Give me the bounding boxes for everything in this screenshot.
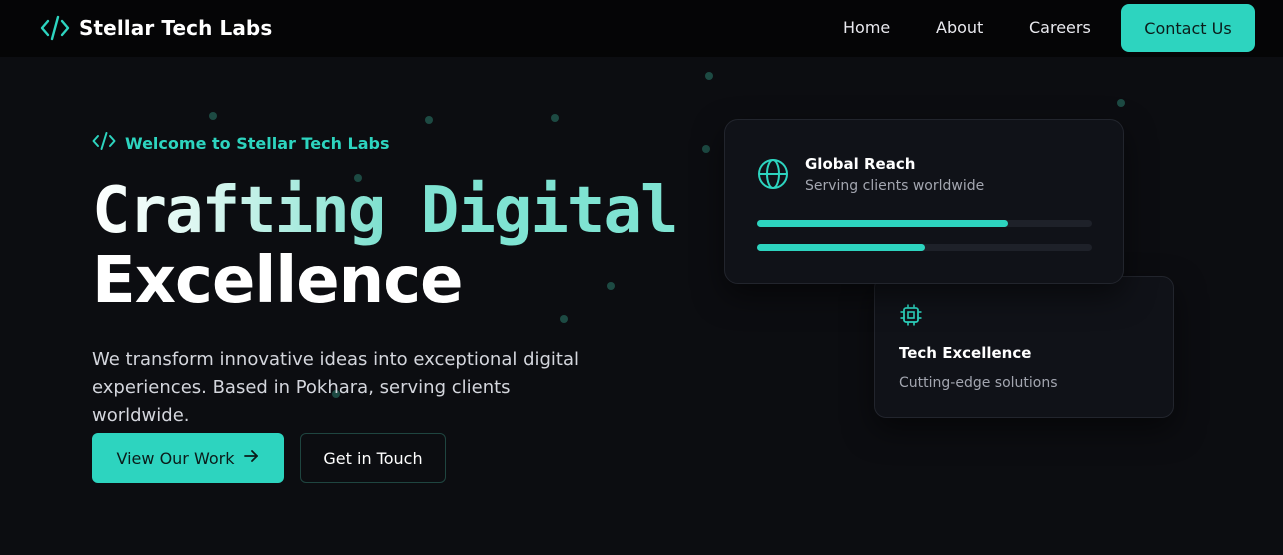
top-nav: Stellar Tech Labs Home About Careers Con…	[0, 0, 1283, 57]
brand-name: Stellar Tech Labs	[79, 16, 273, 40]
chip-icon	[899, 303, 923, 332]
get-in-touch-button[interactable]: Get in Touch	[300, 433, 446, 483]
tech-excellence-subtitle: Cutting-edge solutions	[899, 375, 1058, 391]
hero-headline: Crafting Digital Excellence	[92, 174, 679, 318]
tech-excellence-title: Tech Excellence	[899, 344, 1032, 362]
progress-bar	[757, 220, 1092, 227]
decorative-dot	[425, 116, 433, 124]
decorative-dot	[702, 145, 710, 153]
tech-excellence-card: Tech Excellence Cutting-edge solutions	[874, 276, 1174, 418]
contact-us-button[interactable]: Contact Us	[1121, 4, 1255, 52]
global-reach-card: Global Reach Serving clients worldwide	[724, 119, 1124, 284]
global-reach-subtitle: Serving clients worldwide	[805, 178, 985, 194]
progress-bar	[757, 244, 1092, 251]
decorative-dot	[209, 112, 217, 120]
global-reach-title: Global Reach	[805, 155, 916, 173]
nav-link-home[interactable]: Home	[843, 18, 890, 37]
headline-word-excellence: Excellence	[92, 244, 464, 318]
view-our-work-label: View Our Work	[116, 448, 235, 468]
decorative-dot	[560, 315, 568, 323]
nav-link-careers[interactable]: Careers	[1029, 18, 1091, 37]
progress-bar-fill	[757, 220, 1009, 227]
eyebrow-text: Welcome to Stellar Tech Labs	[125, 134, 390, 153]
view-our-work-button[interactable]: View Our Work	[92, 433, 284, 483]
brand-logo[interactable]: Stellar Tech Labs	[40, 14, 272, 42]
globe-icon	[757, 158, 789, 195]
decorative-dot	[1117, 99, 1125, 107]
nav-link-about[interactable]: About	[936, 18, 983, 37]
code-icon	[40, 14, 70, 42]
hero-eyebrow: Welcome to Stellar Tech Labs	[92, 131, 390, 156]
decorative-dot	[705, 72, 713, 80]
arrow-right-icon	[234, 448, 259, 468]
code-icon	[92, 131, 116, 156]
headline-word-crafting: Crafting	[92, 174, 386, 248]
decorative-dot	[551, 114, 559, 122]
hero-description: We transform innovative ideas into excep…	[92, 349, 580, 426]
headline-word-digital: Digital	[420, 174, 679, 248]
progress-bar-fill	[757, 244, 925, 251]
